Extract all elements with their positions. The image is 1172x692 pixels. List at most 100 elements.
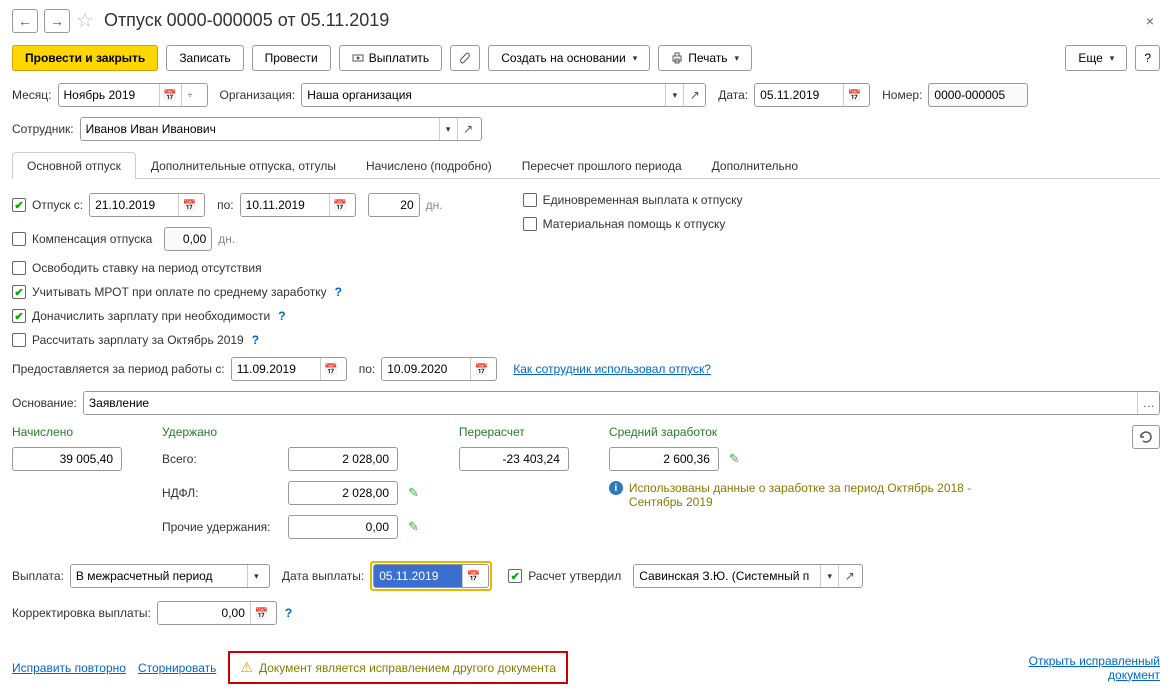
- calendar-icon[interactable]: 📅: [843, 84, 865, 106]
- employee-input[interactable]: [81, 118, 439, 140]
- chevron-down-icon[interactable]: ▾: [820, 565, 838, 587]
- other-value[interactable]: [288, 515, 398, 539]
- chevron-down-icon: ▾: [735, 53, 740, 64]
- ndfl-label: НДФЛ:: [162, 486, 282, 500]
- calendar-icon[interactable]: 📅: [329, 194, 351, 216]
- date-input[interactable]: [755, 84, 843, 106]
- help-icon[interactable]: ?: [285, 606, 292, 620]
- help-icon[interactable]: ?: [278, 309, 285, 323]
- calendar-icon[interactable]: 📅: [470, 358, 492, 380]
- recalc-label: Перерасчет: [459, 425, 569, 439]
- save-button[interactable]: Записать: [166, 45, 243, 71]
- edit-icon[interactable]: ✎: [408, 485, 419, 501]
- period-from-input[interactable]: [232, 358, 320, 380]
- row-basic: Месяц: 📅 ÷ Организация: ▾ ↗ Дата: 📅 Номе…: [12, 83, 1160, 107]
- period-to-label: по:: [359, 362, 376, 376]
- print-button[interactable]: Печать ▾: [658, 45, 752, 71]
- print-label: Печать: [688, 51, 727, 65]
- other-label: Прочие удержания:: [162, 520, 282, 534]
- toolbar: Провести и закрыть Записать Провести Вып…: [12, 45, 1160, 71]
- chevron-down-icon[interactable]: ▾: [439, 118, 457, 140]
- help-button[interactable]: ?: [1135, 45, 1160, 71]
- money-icon: [352, 52, 364, 64]
- tabs: Основной отпуск Дополнительные отпуска, …: [12, 151, 1160, 179]
- number-input[interactable]: [928, 83, 1028, 107]
- reason-label: Основание:: [12, 396, 77, 410]
- forward-button[interactable]: →: [44, 9, 70, 33]
- more-label: Еще: [1078, 51, 1102, 65]
- compensation-input[interactable]: [164, 227, 212, 251]
- chevron-down-icon[interactable]: ▾: [247, 565, 265, 587]
- compensation-label: Компенсация отпуска: [32, 232, 152, 246]
- org-input[interactable]: [302, 84, 665, 106]
- approver-input[interactable]: [634, 565, 820, 587]
- recalc-value[interactable]: [459, 447, 569, 471]
- ellipsis-icon[interactable]: …: [1137, 392, 1159, 414]
- corr-input[interactable]: [158, 602, 250, 624]
- compensation-checkbox[interactable]: [12, 232, 26, 246]
- close-icon[interactable]: ×: [1140, 13, 1160, 29]
- total-label: Всего:: [162, 452, 282, 466]
- payment-type-input[interactable]: [71, 565, 247, 587]
- pay-button[interactable]: Выплатить: [339, 45, 443, 71]
- calendar-icon[interactable]: 📅: [159, 84, 181, 106]
- create-based-button[interactable]: Создать на основании ▾: [488, 45, 650, 71]
- mrot-checkbox[interactable]: [12, 285, 26, 299]
- period-to-input[interactable]: [382, 358, 470, 380]
- page-title: Отпуск 0000-000005 от 05.11.2019: [104, 10, 389, 31]
- calendar-icon[interactable]: 📅: [178, 194, 200, 216]
- paperclip-icon: [459, 51, 471, 65]
- tab-recalc[interactable]: Пересчет прошлого периода: [507, 152, 697, 179]
- accrue-checkbox[interactable]: [12, 309, 26, 323]
- open-icon[interactable]: ↗: [838, 565, 860, 587]
- month-input[interactable]: [59, 84, 159, 106]
- calendar-icon[interactable]: 📅: [462, 565, 484, 587]
- post-close-button[interactable]: Провести и закрыть: [12, 45, 158, 71]
- tab-extra[interactable]: Дополнительно: [697, 152, 813, 179]
- onetime-label: Единовременная выплата к отпуску: [543, 193, 743, 207]
- org-label: Организация:: [220, 88, 296, 102]
- vacation-checkbox[interactable]: [12, 198, 26, 212]
- material-checkbox[interactable]: [523, 217, 537, 231]
- calc-oct-checkbox[interactable]: [12, 333, 26, 347]
- tab-additional[interactable]: Дополнительные отпуска, отгулы: [136, 152, 351, 179]
- accrued-value[interactable]: [12, 447, 122, 471]
- storno-link[interactable]: Сторнировать: [138, 661, 216, 675]
- onetime-checkbox[interactable]: [523, 193, 537, 207]
- help-icon[interactable]: ?: [252, 333, 259, 347]
- avg-value[interactable]: [609, 447, 719, 471]
- freerate-checkbox[interactable]: [12, 261, 26, 275]
- reason-input[interactable]: [84, 392, 1138, 414]
- spinner-icon[interactable]: ÷: [181, 84, 199, 106]
- back-button[interactable]: ←: [12, 9, 38, 33]
- total-value[interactable]: [288, 447, 398, 471]
- open-icon[interactable]: ↗: [683, 84, 705, 106]
- approved-label: Расчет утвердил: [528, 569, 621, 583]
- tab-accrued[interactable]: Начислено (подробно): [351, 152, 507, 179]
- ndfl-value[interactable]: [288, 481, 398, 505]
- edit-icon[interactable]: ✎: [408, 519, 419, 535]
- calendar-icon[interactable]: 📅: [250, 602, 272, 624]
- fix-again-link[interactable]: Исправить повторно: [12, 661, 126, 675]
- totals: Начислено Удержано Всего: НДФЛ: ✎ Прочие…: [12, 425, 1160, 549]
- open-corrected-link[interactable]: Открыть исправленный документ: [1010, 654, 1160, 682]
- usage-link[interactable]: Как сотрудник использовал отпуск?: [513, 362, 711, 376]
- chevron-down-icon[interactable]: ▾: [665, 84, 683, 106]
- avg-label: Средний заработок: [609, 425, 989, 439]
- vacation-to-input[interactable]: [241, 194, 329, 216]
- payment-date-input[interactable]: [374, 565, 462, 587]
- help-icon[interactable]: ?: [335, 285, 342, 299]
- calendar-icon[interactable]: 📅: [320, 358, 342, 380]
- post-button[interactable]: Провести: [252, 45, 331, 71]
- info-icon: i: [609, 481, 623, 495]
- approved-checkbox[interactable]: [508, 569, 522, 583]
- vacation-from-input[interactable]: [90, 194, 178, 216]
- more-button[interactable]: Еще ▾: [1065, 45, 1127, 71]
- attach-button[interactable]: [450, 45, 480, 71]
- days-input[interactable]: [368, 193, 420, 217]
- tab-main-vacation[interactable]: Основной отпуск: [12, 152, 136, 179]
- refresh-button[interactable]: [1132, 425, 1160, 449]
- favorite-icon[interactable]: ☆: [76, 8, 94, 33]
- open-icon[interactable]: ↗: [457, 118, 479, 140]
- edit-icon[interactable]: ✎: [729, 451, 740, 467]
